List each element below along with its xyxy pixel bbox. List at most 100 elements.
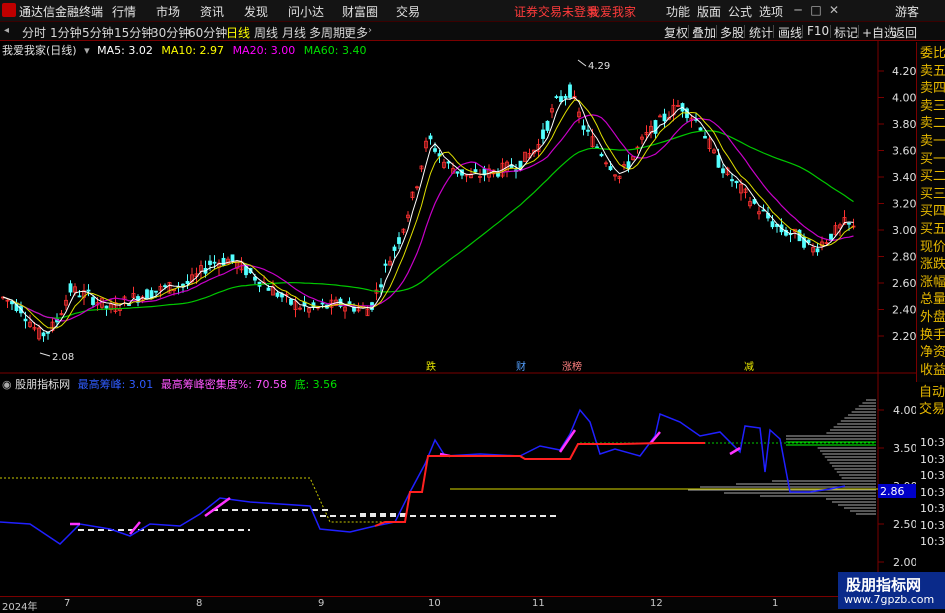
top-menu-bar: 通达信金融终端 行情 市场 资讯 发现 问小达 财富圈 交易 证券交易未登录 我… <box>0 0 945 22</box>
menu-quotes[interactable]: 行情 <box>112 3 136 20</box>
order-book-panel: 委比 卖五 卖四 卖三 卖二 卖一 买一 买二 买三 买四 买五 现价 涨跌 涨幅 总量 外盘 换手 净资 收益 <box>916 42 945 382</box>
divider <box>716 25 717 38</box>
tool-overlay[interactable]: 叠加 <box>692 24 716 41</box>
x-tick: 1 <box>772 598 779 609</box>
period-30min[interactable]: 30分钟 <box>151 24 190 41</box>
price-tick: 2.40 <box>892 304 916 317</box>
stock-link[interactable]: 我爱我家 <box>588 3 636 20</box>
period-timeshare[interactable]: 分时 <box>22 24 46 41</box>
x-tick: 12 <box>650 598 663 609</box>
price-tick: 3.00 <box>892 224 916 237</box>
site-watermark: 股朋指标网 www.7gpzb.com <box>838 572 945 609</box>
period-60min[interactable]: 60分钟 <box>188 24 227 41</box>
x-tick: 2024年 <box>2 602 38 613</box>
order-book-label: 收益 <box>920 362 945 378</box>
menu-market[interactable]: 市场 <box>156 3 180 20</box>
price-tick: 3.40 <box>892 171 916 184</box>
period-weekly[interactable]: 周线 <box>254 24 278 41</box>
price-tick: 3.80 <box>892 118 916 131</box>
price-tick: 4.00 <box>892 92 916 105</box>
price-chart[interactable]: 4.20 4.00 3.80 3.60 3.40 3.20 3.00 2.80 2.60 2.40… <box>0 40 916 374</box>
divider <box>773 25 774 38</box>
tool-multistock[interactable]: 多股 <box>720 24 744 41</box>
event-label: 减 <box>744 361 754 373</box>
tool-back[interactable]: 返回 <box>893 24 917 41</box>
menu-ask[interactable]: 问小达 <box>288 3 324 20</box>
indicator-blue-line <box>0 408 846 545</box>
chevron-right-icon[interactable]: › <box>368 25 372 36</box>
guest-label[interactable]: 游客 <box>895 3 919 20</box>
maximize-icon[interactable]: □ <box>808 2 824 18</box>
tool-add-watchlist[interactable]: +自选 <box>862 24 896 41</box>
x-tick: 7 <box>64 598 71 609</box>
chip-distribution <box>688 399 876 515</box>
period-1min[interactable]: 1分钟 <box>50 24 82 41</box>
menu-function[interactable]: 功能 <box>666 3 690 20</box>
order-book-label: 买三 <box>920 186 945 202</box>
menu-layout[interactable]: 版面 <box>697 3 721 20</box>
minimize-icon[interactable]: ─ <box>790 2 806 18</box>
indicator-tick: 4.00 <box>893 404 916 417</box>
order-book-label: 涨幅 <box>920 274 945 290</box>
ma20-line <box>2 114 854 322</box>
divider <box>858 25 859 38</box>
order-book-label: 卖五 <box>920 63 945 79</box>
order-book-label: 卖一 <box>920 134 945 149</box>
menu-trade[interactable]: 交易 <box>396 3 420 20</box>
period-daily[interactable]: 日线 <box>226 24 250 41</box>
divider <box>688 25 689 38</box>
login-warning[interactable]: 证券交易未登录 <box>514 3 598 20</box>
order-book-label: 卖二 <box>920 116 945 132</box>
menu-formula[interactable]: 公式 <box>728 3 752 20</box>
price-axis: 4.20 4.00 3.80 3.60 3.40 3.20 3.00 2.80 2.60 2.40… <box>878 65 916 343</box>
divider <box>744 25 745 38</box>
indicator-red-line <box>374 442 705 527</box>
menu-wealth[interactable]: 财富圈 <box>342 3 378 20</box>
close-icon[interactable]: ✕ <box>826 2 842 18</box>
period-5min[interactable]: 5分钟 <box>82 24 114 41</box>
tool-adjust[interactable]: 复权 <box>664 24 688 41</box>
order-book-label: 卖四 <box>920 81 945 97</box>
period-15min[interactable]: 15分钟 <box>114 24 153 41</box>
menu-discover[interactable]: 发现 <box>244 3 268 20</box>
tick-time: 10:39 <box>920 535 945 548</box>
tick-time: 10:38 <box>920 469 945 482</box>
event-label: 跌 <box>426 360 436 373</box>
menu-news[interactable]: 资讯 <box>200 3 224 20</box>
order-book-label: 买二 <box>920 169 945 185</box>
order-book-label: 委比 <box>920 46 945 61</box>
tool-f10[interactable]: F10 <box>807 24 829 38</box>
order-book-label: 净资 <box>920 345 945 361</box>
divider <box>889 25 890 38</box>
period-monthly[interactable]: 月线 <box>282 24 306 41</box>
price-tick: 4.20 <box>892 65 916 78</box>
event-label: 财 <box>516 360 526 373</box>
watermark-title: 股朋指标网 <box>846 576 922 594</box>
watermark-url: www.7gpzb.com <box>844 593 935 606</box>
tick-time: 10:39 <box>920 502 945 515</box>
tick-time: 10:38 <box>920 436 945 449</box>
divider <box>802 25 803 38</box>
chevron-left-icon[interactable]: ◂ <box>4 25 9 36</box>
order-book-label: 外盘 <box>920 310 945 325</box>
current-price-tag: 2.86 <box>880 485 905 498</box>
x-tick: 10 <box>428 598 441 609</box>
menu-options[interactable]: 选项 <box>759 3 783 20</box>
order-book-label: 卖三 <box>920 98 945 114</box>
low-annotation: 2.08 <box>52 352 74 363</box>
order-book-label: 总量 <box>920 292 945 308</box>
order-book-label: 买一 <box>920 151 945 167</box>
event-label: 涨榜 <box>562 360 582 373</box>
high-annotation: 4.29 <box>588 61 610 72</box>
indicator-tick: 2.50 <box>893 518 916 531</box>
x-tick: 11 <box>532 598 545 609</box>
tool-mark[interactable]: 标记 <box>834 24 858 41</box>
period-more[interactable]: 更多 <box>344 24 368 41</box>
trade-label[interactable]: 交易 <box>919 402 945 417</box>
tool-stats[interactable]: 统计 <box>749 24 773 41</box>
auto-label[interactable]: 自动 <box>919 385 945 400</box>
order-book-label: 买四 <box>920 204 945 220</box>
tool-draw[interactable]: 画线 <box>778 24 802 41</box>
indicator-chart[interactable]: 4.003.503.002.502.00 2.86 <box>0 374 916 596</box>
period-multi[interactable]: 多周期 <box>309 24 345 41</box>
